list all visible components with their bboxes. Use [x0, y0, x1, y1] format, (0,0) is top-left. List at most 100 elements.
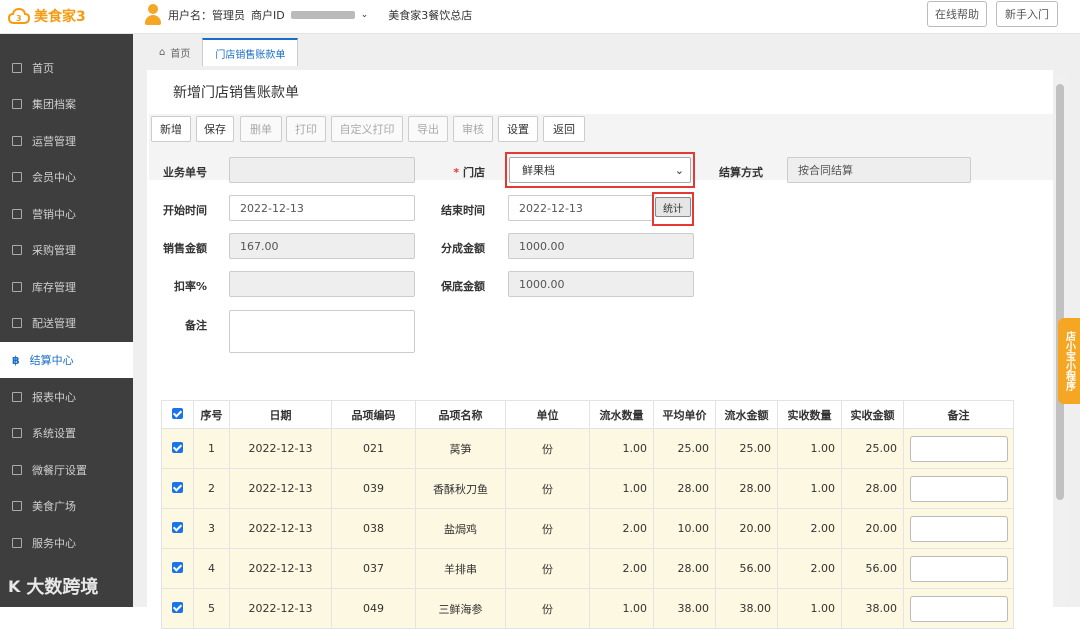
user-info: 用户名：管理员 商户ID ⌄ 美食家3餐饮总店 — [144, 4, 472, 26]
table-row[interactable]: 1 2022-12-13 021 莴笋 份 1.00 25.00 25.00 1… — [161, 428, 1014, 469]
table-header: 平均单价 — [653, 400, 716, 429]
table-row[interactable]: 3 2022-12-13 038 盐焗鸡 份 2.00 10.00 20.00 … — [161, 508, 1014, 549]
row-checkbox-cell[interactable] — [161, 548, 194, 589]
scrollbar-thumb[interactable] — [1056, 84, 1064, 500]
store-label: * 门店 — [453, 166, 485, 179]
sidebar-item-operations[interactable]: 运营管理 — [0, 123, 133, 159]
cell-received-qty: 2.00 — [777, 548, 842, 589]
watermark-logo-icon: K — [8, 576, 21, 596]
sidebar-item-reports[interactable]: 报表中心 — [0, 379, 133, 415]
cell-unit: 份 — [505, 548, 590, 589]
end-date-input[interactable]: 2022-12-13 — [508, 195, 654, 221]
table-header: 备注 — [903, 400, 1014, 429]
sidebar-item-settlement[interactable]: ฿ 结算中心 — [0, 342, 133, 378]
tab-store-sales-bill[interactable]: 门店销售账款单 — [202, 38, 299, 66]
cell-qty: 1.00 — [589, 468, 654, 509]
cell-date: 2022-12-13 — [229, 468, 332, 509]
checkbox[interactable] — [172, 481, 183, 493]
start-date-input[interactable]: 2022-12-13 — [229, 195, 415, 221]
checkbox[interactable] — [172, 561, 183, 573]
cell-amount: 28.00 — [715, 468, 778, 509]
checkbox[interactable] — [172, 601, 183, 613]
sidebar-item-label: 系统设置 — [32, 427, 76, 440]
tab-home[interactable]: ⌂ 首页 — [147, 38, 202, 66]
sidebar-item-inventory[interactable]: 库存管理 — [0, 269, 133, 305]
row-remark-input[interactable] — [909, 595, 1008, 622]
export-button[interactable]: 导出 — [408, 116, 448, 142]
sidebar-item-settings[interactable]: 系统设置 — [0, 415, 133, 451]
discount-field[interactable] — [229, 271, 415, 297]
custom-print-button[interactable]: 自定义打印 — [331, 116, 403, 142]
sidebar-item-label: 集团档案 — [32, 98, 76, 111]
help-button[interactable]: 在线帮助 — [927, 1, 987, 27]
row-remark-input[interactable] — [909, 435, 1008, 462]
cell-received-qty: 2.00 — [777, 508, 842, 549]
remark-textarea[interactable] — [229, 310, 415, 353]
sidebar-item-members[interactable]: 会员中心 — [0, 159, 133, 195]
cell-remark — [903, 508, 1014, 549]
home-icon — [12, 63, 22, 73]
cell-name: 莴笋 — [415, 428, 506, 469]
content-panel: 新增门店销售账款单 新增 保存 删单 打印 自定义打印 导出 审核 设置 返回 … — [147, 70, 1053, 629]
chevron-down-icon[interactable]: ⌄ — [361, 10, 369, 20]
app-logo[interactable]: 3 美食家3 — [8, 6, 86, 26]
guarantee-field[interactable]: 1000.00 — [508, 271, 694, 297]
sidebar-item-home[interactable]: 首页 — [0, 50, 133, 86]
table-row[interactable]: 2 2022-12-13 039 香酥秋刀鱼 份 1.00 28.00 28.0… — [161, 468, 1014, 509]
sales-field[interactable]: 167.00 — [229, 233, 415, 259]
save-button[interactable]: 保存 — [196, 116, 234, 142]
sidebar-item-service[interactable]: 服务中心 — [0, 525, 133, 561]
back-button[interactable]: 返回 — [543, 116, 585, 142]
row-checkbox-cell[interactable] — [161, 468, 194, 509]
store-select[interactable]: 鲜果档 ⌄ — [509, 157, 691, 183]
cell-name: 羊排串 — [415, 548, 506, 589]
share-field[interactable]: 1000.00 — [508, 233, 694, 259]
table-header: 日期 — [229, 400, 332, 429]
checkbox[interactable] — [172, 407, 183, 419]
settings-button[interactable]: 设置 — [498, 116, 538, 142]
biz-no-field[interactable] — [229, 157, 415, 183]
sidebar-item-delivery[interactable]: 配送管理 — [0, 305, 133, 341]
stat-button[interactable]: 统计 — [655, 197, 691, 217]
sidebar: 首页 集团档案 运营管理 会员中心 营销中心 采购管理 库存管理 配送管理 ฿ 结… — [0, 34, 133, 607]
row-checkbox-cell[interactable] — [161, 588, 194, 629]
audit-button[interactable]: 审核 — [453, 116, 493, 142]
sidebar-item-label: 报表中心 — [32, 391, 76, 404]
cell-qty: 2.00 — [589, 508, 654, 549]
delete-button[interactable]: 删单 — [240, 116, 282, 142]
row-checkbox-cell[interactable] — [161, 508, 194, 549]
mini-program-tab[interactable]: 店小宝小程序 — [1058, 318, 1080, 404]
table-header-row: 序号 日期 品项编码 品项名称 单位 流水数量 平均单价 流水金额 实收数量 实… — [161, 400, 1014, 429]
store-name: 美食家3餐饮总店 — [388, 9, 473, 22]
user-avatar-icon — [144, 4, 162, 26]
tab-label: 门店销售账款单 — [215, 49, 286, 61]
checkbox[interactable] — [172, 521, 183, 533]
row-checkbox-cell[interactable] — [161, 428, 194, 469]
cell-avg-price: 28.00 — [653, 548, 716, 589]
sidebar-item-group[interactable]: 集团档案 — [0, 86, 133, 122]
settle-field[interactable]: 按合同结算 — [787, 157, 971, 183]
table-row[interactable]: 5 2022-12-13 049 三鲜海参 份 1.00 38.00 38.00… — [161, 588, 1014, 629]
app-title: 美食家3 — [34, 9, 86, 25]
cell-seq: 2 — [193, 468, 230, 509]
row-remark-input[interactable] — [909, 515, 1008, 542]
table-row[interactable]: 4 2022-12-13 037 羊排串 份 2.00 28.00 56.00 … — [161, 548, 1014, 589]
add-button[interactable]: 新增 — [151, 116, 191, 142]
cell-seq: 3 — [193, 508, 230, 549]
select-all-checkbox[interactable] — [161, 400, 194, 429]
cell-avg-price: 25.00 — [653, 428, 716, 469]
print-button[interactable]: 打印 — [286, 116, 326, 142]
row-remark-input[interactable] — [909, 475, 1008, 502]
row-remark-input[interactable] — [909, 555, 1008, 582]
sidebar-item-purchase[interactable]: 采购管理 — [0, 232, 133, 268]
sidebar-item-marketing[interactable]: 营销中心 — [0, 196, 133, 232]
svg-text:3: 3 — [16, 14, 22, 23]
cell-amount: 20.00 — [715, 508, 778, 549]
beginner-button[interactable]: 新手入门 — [996, 1, 1058, 27]
table-header: 品项编码 — [331, 400, 416, 429]
sidebar-item-micro-restaurant[interactable]: 微餐厅设置 — [0, 452, 133, 488]
table-header: 流水数量 — [589, 400, 654, 429]
checkbox[interactable] — [172, 441, 183, 453]
sidebar-item-food-plaza[interactable]: 美食广场 — [0, 488, 133, 524]
cell-date: 2022-12-13 — [229, 588, 332, 629]
